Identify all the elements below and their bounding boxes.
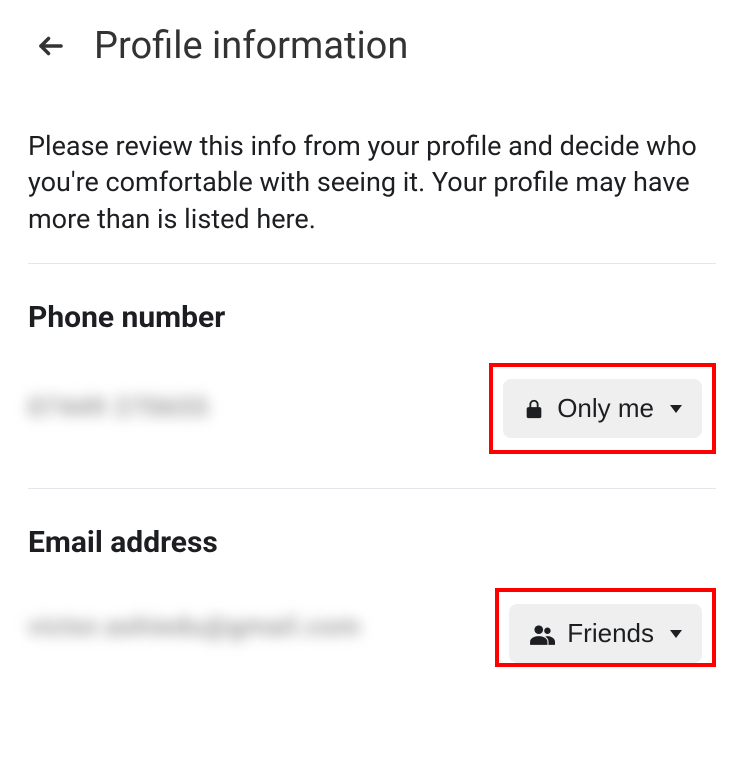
- chevron-down-icon: [670, 405, 682, 413]
- header-bar: Profile information: [0, 0, 744, 86]
- friends-icon: [529, 623, 555, 645]
- phone-value: 07449 270655: [28, 392, 209, 426]
- phone-section: Phone number 07449 270655 Only me: [0, 264, 744, 464]
- phone-section-title: Phone number: [28, 300, 716, 335]
- email-highlight-box: Friends: [495, 588, 716, 667]
- email-audience-selector[interactable]: Friends: [509, 604, 702, 663]
- back-arrow-icon[interactable]: [36, 31, 66, 61]
- chevron-down-icon: [670, 630, 682, 638]
- email-section: Email address victor.ashiedu@gmail.com F…: [0, 489, 744, 677]
- email-audience-label: Friends: [567, 618, 654, 649]
- phone-audience-label: Only me: [557, 393, 654, 424]
- phone-highlight-box: Only me: [489, 363, 716, 454]
- page-title: Profile information: [94, 24, 408, 68]
- email-section-title: Email address: [28, 525, 716, 560]
- phone-audience-selector[interactable]: Only me: [503, 379, 702, 438]
- email-value: victor.ashiedu@gmail.com: [28, 611, 361, 645]
- description-text: Please review this info from your profil…: [0, 86, 744, 263]
- lock-icon: [523, 398, 545, 420]
